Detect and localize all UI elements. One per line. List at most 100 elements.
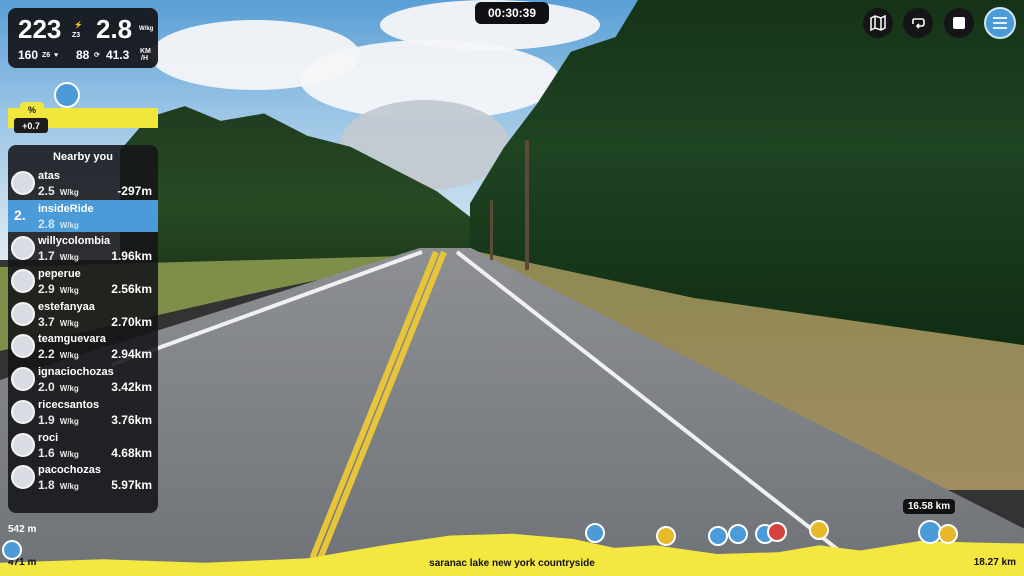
rider-wkg: 3.7 W/kg [38,314,79,329]
rider-avatar [11,171,35,195]
rider-distance: 2.94km [111,347,152,362]
cadence-icon: ⟳ [94,52,100,59]
rider-avatar [11,367,35,392]
rider-wkg: 2.5 W/kg [38,184,79,198]
nearby-title: Nearby you [53,151,113,163]
max-elevation: 542 m [8,524,37,535]
rider-name: ricecsantos [38,398,100,411]
nearby-riders-panel: Nearby you atas 2.5 W/kg -297m 2. insideRide 2… [8,145,158,513]
utility-pole [490,200,493,260]
wkg-unit: W/kg [59,384,79,394]
nearby-rider-row[interactable]: teamguevara 2.2 W/kg 2.94km [8,330,158,363]
wkg-unit: W/kg [59,351,79,361]
rider-pin[interactable] [809,520,829,540]
nearby-rider-row[interactable]: willycolombia 1.7 W/kg 1.96km [8,232,158,265]
rider-name: peperue [38,268,81,281]
rider-wkg: 2.0 W/kg [38,380,79,395]
stop-icon [953,17,965,29]
nearby-rider-row[interactable]: ricecsantos 1.9 W/kg 3.76km [8,396,158,429]
rider-pin[interactable] [585,523,605,543]
wkg-value: 2.8 [96,14,133,44]
rider-pin[interactable] [938,524,958,544]
position-distance-badge: 16.58 km [903,499,955,514]
elevation-fill [0,533,1024,576]
rider-distance: 3.42km [111,380,152,395]
remaining-distance: 18.27 km [973,557,1016,568]
rider-pin[interactable] [708,526,728,546]
wkg-unit: W/kg [139,26,154,32]
rider-avatar [11,399,35,424]
nearby-rider-row[interactable]: ignaciochozas 2.0 W/kg 3.42km [8,363,158,396]
rider-avatar [11,432,35,457]
wkg-unit: W/kg [59,253,79,263]
heart-icon: ♥ [54,52,59,59]
nearby-rider-row[interactable]: atas 2.5 W/kg -297m [8,167,158,200]
grade-value: +0.7 [14,118,48,133]
loop-button[interactable] [903,8,933,38]
grade-symbol: % [20,102,44,118]
wkg-unit: W/kg [59,220,79,230]
rider-avatar-marker [54,82,80,108]
rider-pin[interactable] [2,540,22,560]
rider-avatar [11,236,35,261]
rider-position: 2. [14,206,26,223]
rider-wkg: 2.2 W/kg [38,347,79,362]
speed-unit-top: KM [140,48,151,55]
wkg-unit: W/kg [59,482,79,492]
rider-distance: -297m [117,184,152,198]
rider-pin[interactable] [656,526,676,546]
heart-rate-value: 160 [18,48,39,62]
rider-distance: 5.97km [111,478,152,493]
ride-stats-panel: 223 ⚡ Z3 2.8 W/kg 160 Z6 ♥ 88 ⟳ 41.3 KM … [8,8,158,68]
rider-name: estefanyaa [38,300,95,313]
menu-icon [993,17,1007,29]
rider-avatar [11,334,35,359]
wkg-unit: W/kg [59,188,79,197]
speed-unit-bottom: /H [141,55,148,62]
rider-name: roci [38,431,59,444]
power-icon: ⚡ [74,22,83,29]
nearby-rider-row[interactable]: estefanyaa 3.7 W/kg 2.70km [8,298,158,331]
rider-distance: 2.70km [111,314,152,329]
speed-value: 41.3 [106,48,130,62]
rider-distance: 2.56km [111,282,152,297]
rider-avatar [11,301,35,326]
rider-wkg: 1.8 W/kg [38,478,79,493]
map-button[interactable] [863,8,893,38]
power-value: 223 [18,14,62,44]
rider-name: pacochozas [38,464,101,477]
rider-name: teamguevara [38,333,106,346]
rider-wkg: 1.7 W/kg [38,249,79,264]
rider-pin[interactable] [728,524,748,544]
nearby-rider-row[interactable]: 2. insideRide 2.8 W/kg [8,199,158,233]
rider-name: willycolombia [38,235,111,248]
cadence-value: 88 [76,48,90,62]
utility-pole [525,140,529,270]
hr-zone: Z6 [42,52,51,59]
map-icon [870,15,886,31]
rider-wkg: 2.8 W/kg [38,216,79,231]
rider-distance: 3.76km [111,412,152,427]
rider-name: insideRide [38,202,94,215]
rider-wkg: 2.9 W/kg [38,282,79,297]
rider-wkg: 1.6 W/kg [38,445,79,460]
route-name: saranac lake new york countryside [429,558,595,569]
wkg-unit: W/kg [59,286,79,296]
nearby-rider-row[interactable]: peperue 2.9 W/kg 2.56km [8,265,158,298]
nearby-rider-row[interactable]: roci 1.6 W/kg 4.68km [8,429,158,462]
wkg-unit: W/kg [59,416,79,426]
power-zone: Z3 [72,32,81,39]
wkg-unit: W/kg [59,449,79,459]
rider-pin[interactable] [767,522,787,542]
rider-name: ignaciochozas [38,366,114,379]
rider-name: atas [38,170,61,182]
stop-button[interactable] [944,8,974,38]
menu-button[interactable] [984,7,1016,39]
rider-avatar [11,269,35,294]
rider-list: atas 2.5 W/kg -297m 2. insideRide 2.8 W/kg willy… [8,167,158,494]
rider-distance: 1.96km [111,249,152,264]
rider-avatar [11,465,35,490]
rider-wkg: 1.9 W/kg [38,412,79,427]
nearby-rider-row[interactable]: pacochozas 1.8 W/kg 5.97km [8,461,158,494]
ride-timer: 00:30:39 [475,2,549,24]
